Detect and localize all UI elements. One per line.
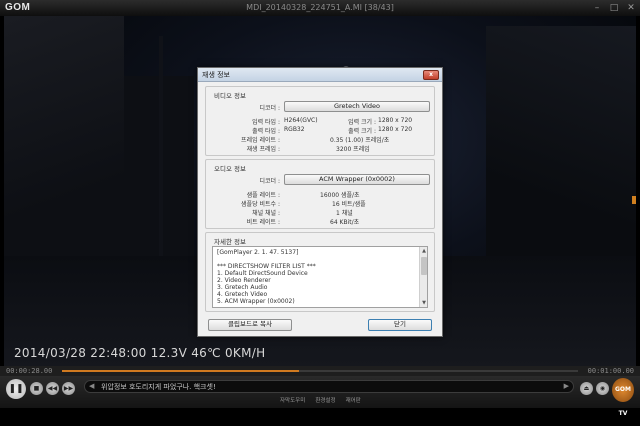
output-type-value: RGB32: [284, 126, 305, 133]
dashcam-osd-text: 2014/03/28 22:48:00 12.3V 46℃ 0KM/H: [14, 346, 266, 360]
message-prev-icon[interactable]: ◀: [89, 382, 94, 390]
samplerate-label: 샘플 레이트 :: [246, 192, 280, 199]
video-info-group: 비디오 정보 디코더 : Gretech Video 입력 타입 : H264(…: [205, 86, 435, 156]
bits-per-sample-value: 16 비트/샘플: [332, 201, 366, 208]
dialog-close-icon[interactable]: x: [423, 70, 439, 80]
control-panel-link[interactable]: 재어판: [346, 396, 361, 404]
subtitle-helper-link[interactable]: 자막도우미: [280, 396, 305, 404]
close-button[interactable]: ✕: [626, 3, 636, 13]
seek-bar[interactable]: [62, 370, 578, 372]
played-frames-label: 재생 프레임 :: [246, 146, 280, 153]
open-file-icon[interactable]: ⏏: [580, 382, 593, 395]
window-title: MDI_20140328_224751_A.MI [38/43]: [246, 3, 394, 12]
dialog-title-bar: 재생 정보 x: [198, 68, 442, 82]
prev-icon[interactable]: ◀◀: [46, 382, 59, 395]
seek-row: 00:00:28.00 00:01:00.00: [0, 366, 640, 376]
audio-info-header: 오디오 정보: [214, 165, 246, 173]
pause-button[interactable]: ❚❚: [6, 379, 26, 399]
video-building-left: [4, 16, 124, 266]
control-bar: ❚❚ ■ ◀◀ ▶▶ ◀ 위압정보 호도리지게 파었구나. 핵크셋! ▶ ⏏ ◉…: [0, 376, 640, 417]
minimize-button[interactable]: –: [592, 3, 602, 13]
side-panel-toggle-icon[interactable]: [632, 196, 636, 204]
bottom-links: 자막도우미 환경설정 재어판: [280, 396, 361, 404]
next-icon[interactable]: ▶▶: [62, 382, 75, 395]
input-size-value: 1280 x 720: [378, 117, 413, 124]
output-size-value: 1280 x 720: [378, 126, 413, 133]
samplerate-value: 16000 샘플/초: [320, 192, 360, 199]
detail-info-header: 자세한 정보: [214, 238, 246, 246]
audio-decoder-label: 디코더 :: [259, 178, 281, 185]
video-decoder-label: 디코더 :: [259, 105, 281, 112]
detail-line: 1. Default DirectSound Device: [217, 270, 308, 277]
video-pole: [159, 36, 163, 266]
input-size-label: 입력 크기 :: [348, 119, 376, 126]
preferences-link[interactable]: 환경설정: [315, 396, 335, 404]
detail-line: 5. ACM Wrapper (0x0002): [217, 298, 295, 305]
detail-line: 3. Gretech Audio: [217, 284, 268, 291]
playback-info-dialog: 재생 정보 x 비디오 정보 디코더 : Gretech Video 입력 타입…: [197, 67, 443, 337]
bits-per-sample-label: 샘플당 비트수 :: [241, 201, 280, 208]
framerate-value: 0.35 (1.00) 프레임/초: [330, 137, 390, 144]
channels-label: 채널 채널 :: [252, 210, 280, 217]
audio-info-group: 오디오 정보 디코더 : ACM Wrapper (0x0002) 샘플 레이트…: [205, 159, 435, 229]
scroll-up-icon[interactable]: ▲: [420, 247, 427, 255]
maximize-button[interactable]: □: [609, 3, 619, 13]
copy-to-clipboard-button[interactable]: 클립보드로 복사: [208, 319, 292, 331]
volume-icon[interactable]: ◉: [596, 382, 609, 395]
bitrate-value: 64 KBit/초: [330, 219, 360, 226]
gom-tv-icon[interactable]: GOM TV: [612, 378, 634, 417]
input-type-label: 입력 타입 :: [252, 119, 280, 126]
detail-line: [GomPlayer 2. 1. 47. 5137]: [217, 249, 299, 256]
channels-value: 1 채널: [336, 210, 353, 217]
detail-line: 2. Video Renderer: [217, 277, 271, 284]
detail-line: 4. Gretech Video: [217, 291, 268, 298]
title-bar: GOM MDI_20140328_224751_A.MI [38/43] – □…: [0, 0, 640, 16]
seek-progress: [62, 370, 300, 372]
bitrate-label: 비트 레이트 :: [246, 219, 280, 226]
message-bar[interactable]: ◀ 위압정보 호도리지게 파었구나. 핵크셋! ▶: [84, 380, 574, 393]
audio-decoder-button[interactable]: ACM Wrapper (0x0002): [284, 174, 430, 185]
stop-icon[interactable]: ■: [30, 382, 43, 395]
video-info-header: 비디오 정보: [214, 92, 246, 100]
message-next-icon[interactable]: ▶: [564, 382, 569, 390]
detail-info-textbox[interactable]: [GomPlayer 2. 1. 47. 5137] *** DIRECTSHO…: [212, 246, 428, 308]
scroll-down-icon[interactable]: ▼: [420, 299, 427, 307]
input-type-value: H264(GVC): [284, 117, 318, 124]
output-size-label: 출력 크기 :: [348, 128, 376, 135]
dialog-title: 재생 정보: [202, 71, 230, 79]
scroll-thumb[interactable]: [421, 257, 427, 275]
output-type-label: 출력 타입 :: [252, 128, 280, 135]
window-controls: – □ ✕: [592, 3, 636, 13]
total-time: 00:01:00.00: [587, 367, 634, 375]
video-building-right: [486, 26, 636, 266]
framerate-label: 프레임 레이트 :: [241, 137, 280, 144]
played-frames-value: 3200 프레임: [336, 146, 370, 153]
current-time: 00:00:28.00: [6, 367, 53, 375]
detail-scrollbar[interactable]: ▲ ▼: [419, 247, 427, 307]
detail-line: *** DIRECTSHOW FILTER LIST ***: [217, 263, 316, 270]
close-dialog-button[interactable]: 닫기: [368, 319, 432, 331]
video-decoder-button[interactable]: Gretech Video: [284, 101, 430, 112]
message-text: 위압정보 호도리지게 파었구나. 핵크셋!: [101, 383, 216, 391]
